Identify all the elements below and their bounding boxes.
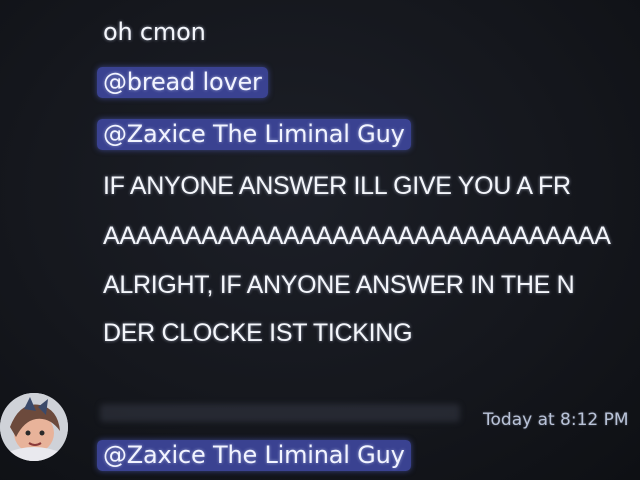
message-text: @bread lover bbox=[97, 67, 268, 98]
message-timestamp: Today at 8:12 PM bbox=[483, 410, 629, 430]
username-blurred bbox=[100, 404, 460, 422]
cartoon-avatar-icon[interactable] bbox=[0, 393, 68, 461]
message-text: @Zaxice The Liminal Guy bbox=[97, 119, 411, 150]
user-mention[interactable]: @Zaxice The Liminal Guy bbox=[97, 440, 411, 471]
chat-screen: oh cmon @bread lover @Zaxice The Liminal… bbox=[0, 0, 640, 480]
message-text: DER CLOCKE IST TICKING bbox=[103, 318, 413, 348]
message-content: AAAAAAAAAAAAAAAAAAAAAAAAAAAAAAA bbox=[103, 222, 611, 250]
message-text: IF ANYONE ANSWER ILL GIVE YOU A FR bbox=[103, 171, 571, 201]
user-mention[interactable]: @Zaxice The Liminal Guy bbox=[97, 119, 411, 150]
message-content: DER CLOCKE IST TICKING bbox=[103, 319, 413, 347]
message-content: ALRIGHT, IF ANYONE ANSWER IN THE N bbox=[103, 271, 575, 299]
message-text: AAAAAAAAAAAAAAAAAAAAAAAAAAAAAAA bbox=[103, 221, 611, 251]
user-mention[interactable]: @bread lover bbox=[97, 67, 268, 98]
message-content: IF ANYONE ANSWER ILL GIVE YOU A FR bbox=[103, 172, 571, 200]
avatar-art bbox=[0, 393, 68, 461]
message-text: oh cmon bbox=[103, 17, 206, 47]
message-text: ALRIGHT, IF ANYONE ANSWER IN THE N bbox=[103, 270, 575, 300]
message-text: @Zaxice The Liminal Guy bbox=[97, 440, 411, 471]
message-content: oh cmon bbox=[103, 18, 206, 46]
